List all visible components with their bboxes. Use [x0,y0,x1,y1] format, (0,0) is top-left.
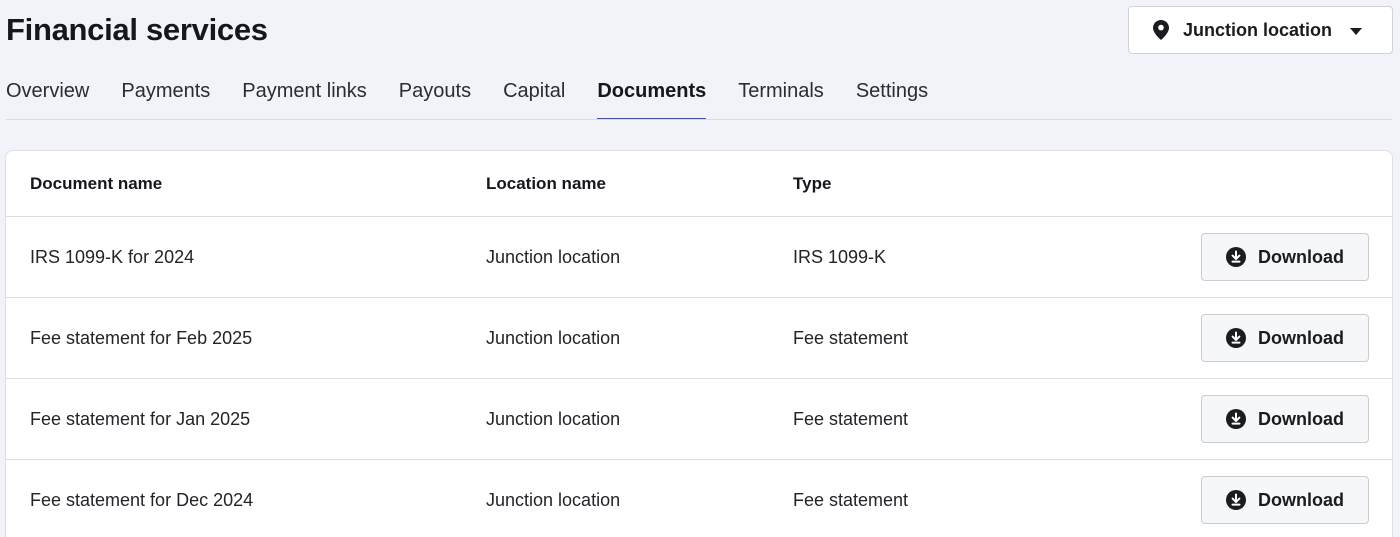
caret-down-icon [1350,28,1362,35]
download-icon [1226,490,1246,510]
tab-payouts[interactable]: Payouts [399,72,471,120]
location-selector-label: Junction location [1183,19,1333,40]
location-name: Junction location [486,489,621,510]
document-name: Fee statement for Jan 2025 [30,408,251,429]
tab-bar: Overview Payments Payment links Payouts … [6,72,960,120]
tab-settings[interactable]: Settings [856,72,928,120]
location-name: Junction location [486,408,621,429]
download-button-label: Download [1258,327,1344,348]
tab-overview[interactable]: Overview [6,72,89,120]
download-icon [1226,328,1246,348]
tab-documents[interactable]: Documents [597,72,706,120]
download-button[interactable]: Download [1201,395,1369,443]
tab-terminals[interactable]: Terminals [738,72,824,120]
download-button-label: Download [1258,246,1344,267]
document-type: Fee statement [793,408,909,429]
download-button[interactable]: Download [1201,476,1369,524]
document-type: Fee statement [793,327,909,348]
download-icon [1226,409,1246,429]
tab-payment-links[interactable]: Payment links [242,72,367,120]
document-type: IRS 1099-K [793,246,887,267]
tab-capital[interactable]: Capital [503,72,565,120]
column-header-type: Type [793,173,832,193]
table-row: Fee statement for Dec 2024 Junction loca… [6,460,1392,537]
download-button-label: Download [1258,489,1344,510]
table-row: Fee statement for Jan 2025 Junction loca… [6,379,1392,460]
document-name: Fee statement for Dec 2024 [30,489,254,510]
documents-table: Document name Location name Type IRS 109… [5,150,1393,537]
document-name: IRS 1099-K for 2024 [30,246,195,267]
document-name: Fee statement for Feb 2025 [30,327,253,348]
map-pin-icon [1153,20,1169,40]
table-header: Document name Location name Type [6,151,1392,217]
document-type: Fee statement [793,489,909,510]
page-title: Financial services [6,12,268,47]
download-icon [1226,247,1246,267]
tab-payments[interactable]: Payments [121,72,210,120]
download-button[interactable]: Download [1201,233,1369,281]
column-header-document-name: Document name [30,173,163,193]
location-selector[interactable]: Junction location [1128,6,1393,54]
download-button-label: Download [1258,408,1344,429]
table-row: Fee statement for Feb 2025 Junction loca… [6,298,1392,379]
location-name: Junction location [486,246,621,267]
location-name: Junction location [486,327,621,348]
column-header-location-name: Location name [486,173,606,193]
table-row: IRS 1099-K for 2024 Junction location IR… [6,217,1392,298]
tab-divider [6,119,1392,120]
download-button[interactable]: Download [1201,314,1369,362]
